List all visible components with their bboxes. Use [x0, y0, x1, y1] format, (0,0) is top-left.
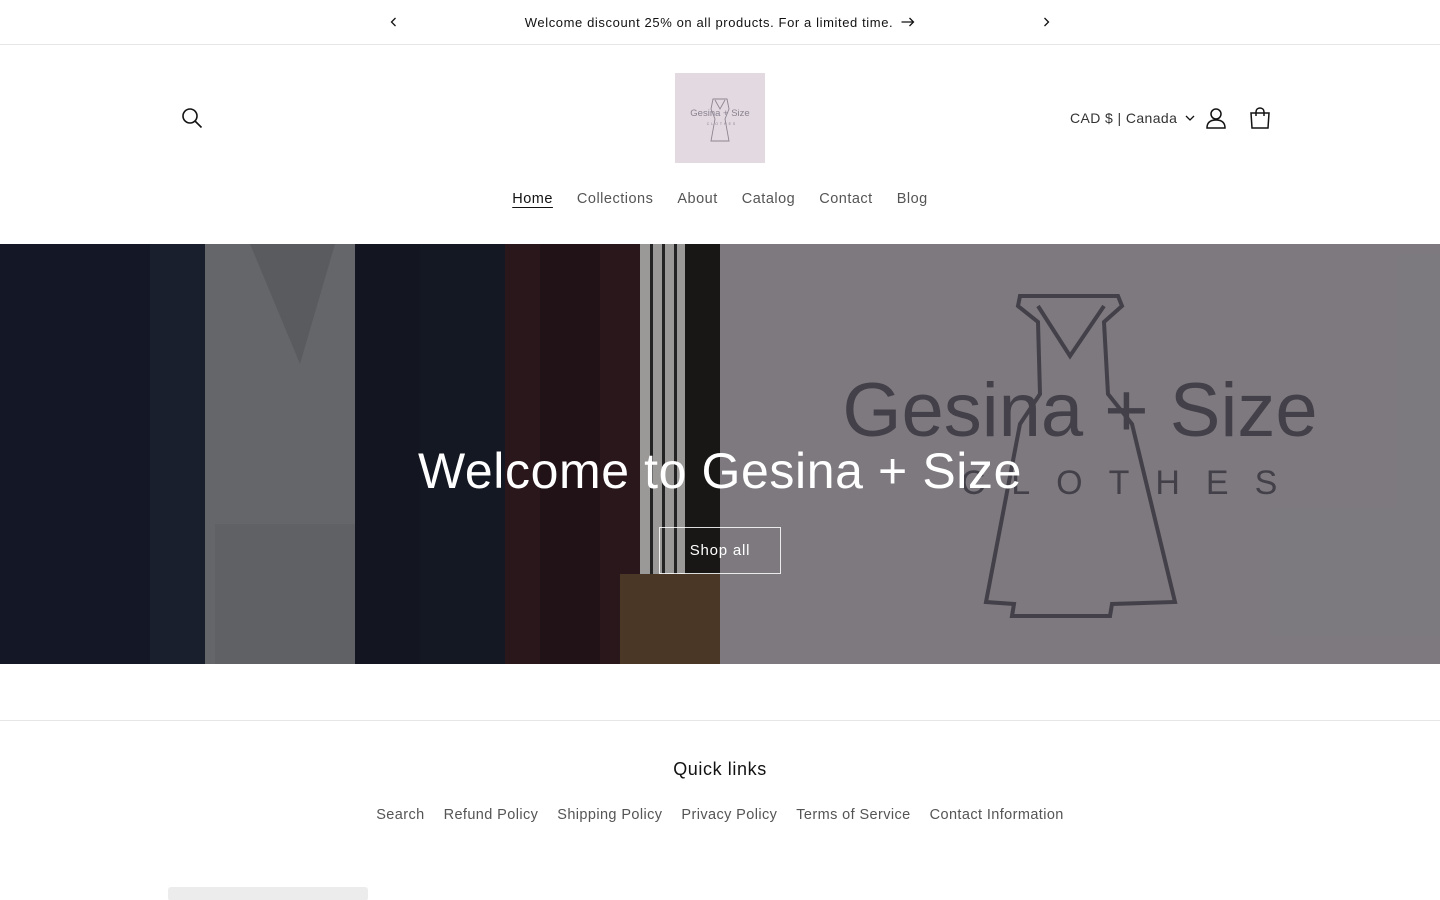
- footer-link-contact-information[interactable]: Contact Information: [920, 807, 1073, 823]
- currency-selector[interactable]: CAD $ | Canada: [1062, 105, 1195, 131]
- footer-quick-links: Search Refund Policy Shipping Policy Pri…: [0, 807, 1440, 823]
- footer-link-terms-of-service[interactable]: Terms of Service: [787, 807, 920, 823]
- svg-text:Gesina + Size: Gesina + Size: [690, 108, 749, 119]
- main-navigation: Home Collections About Catalog Contact B…: [0, 183, 1440, 215]
- hero-banner: Gesina + Size CLOTHES Welcome to Gesina …: [0, 244, 1440, 664]
- cart-button[interactable]: [1240, 98, 1280, 138]
- announcement-text: Welcome discount 25% on all products. Fo…: [524, 14, 894, 30]
- hero-title: Welcome to Gesina + Size: [417, 443, 1023, 499]
- footer-link-search[interactable]: Search: [367, 807, 434, 823]
- shop-all-button[interactable]: Shop all: [659, 527, 781, 574]
- nav-item-collections[interactable]: Collections: [565, 183, 665, 215]
- logo-image: Gesina + Size CLOTHES: [690, 98, 750, 142]
- account-icon: [1206, 108, 1226, 129]
- arrow-right-icon: [901, 17, 915, 27]
- svg-text:CLOTHES: CLOTHES: [707, 122, 738, 126]
- currency-label: CAD $ | Canada: [1070, 110, 1178, 126]
- site-footer: Quick links Search Refund Policy Shippin…: [0, 720, 1440, 900]
- announcement-message-container: Welcome discount 25% on all products. Fo…: [0, 0, 1440, 44]
- cart-icon: [1250, 107, 1270, 129]
- account-button[interactable]: [1196, 98, 1236, 138]
- nav-item-blog[interactable]: Blog: [885, 183, 940, 215]
- site-logo[interactable]: Gesina + Size CLOTHES: [675, 73, 765, 163]
- announcement-bar: Welcome discount 25% on all products. Fo…: [0, 0, 1440, 45]
- search-icon: [182, 108, 203, 129]
- footer-faded-text: [168, 887, 368, 900]
- nav-item-home[interactable]: Home: [500, 183, 565, 215]
- footer-heading: Quick links: [673, 759, 767, 779]
- footer-link-refund-policy[interactable]: Refund Policy: [434, 807, 548, 823]
- announcement-next-button[interactable]: [1034, 10, 1058, 34]
- chevron-down-icon: [1185, 115, 1195, 121]
- nav-item-about[interactable]: About: [665, 183, 729, 215]
- nav-item-contact[interactable]: Contact: [807, 183, 884, 215]
- nav-item-catalog[interactable]: Catalog: [730, 183, 807, 215]
- chevron-right-icon: [1044, 17, 1050, 27]
- search-button[interactable]: [172, 98, 212, 138]
- site-header: Gesina + Size CLOTHES CAD $ | Canada Hom…: [0, 45, 1440, 244]
- footer-link-shipping-policy[interactable]: Shipping Policy: [548, 807, 672, 823]
- announcement-link[interactable]: Welcome discount 25% on all products. Fo…: [525, 15, 916, 30]
- footer-link-privacy-policy[interactable]: Privacy Policy: [672, 807, 787, 823]
